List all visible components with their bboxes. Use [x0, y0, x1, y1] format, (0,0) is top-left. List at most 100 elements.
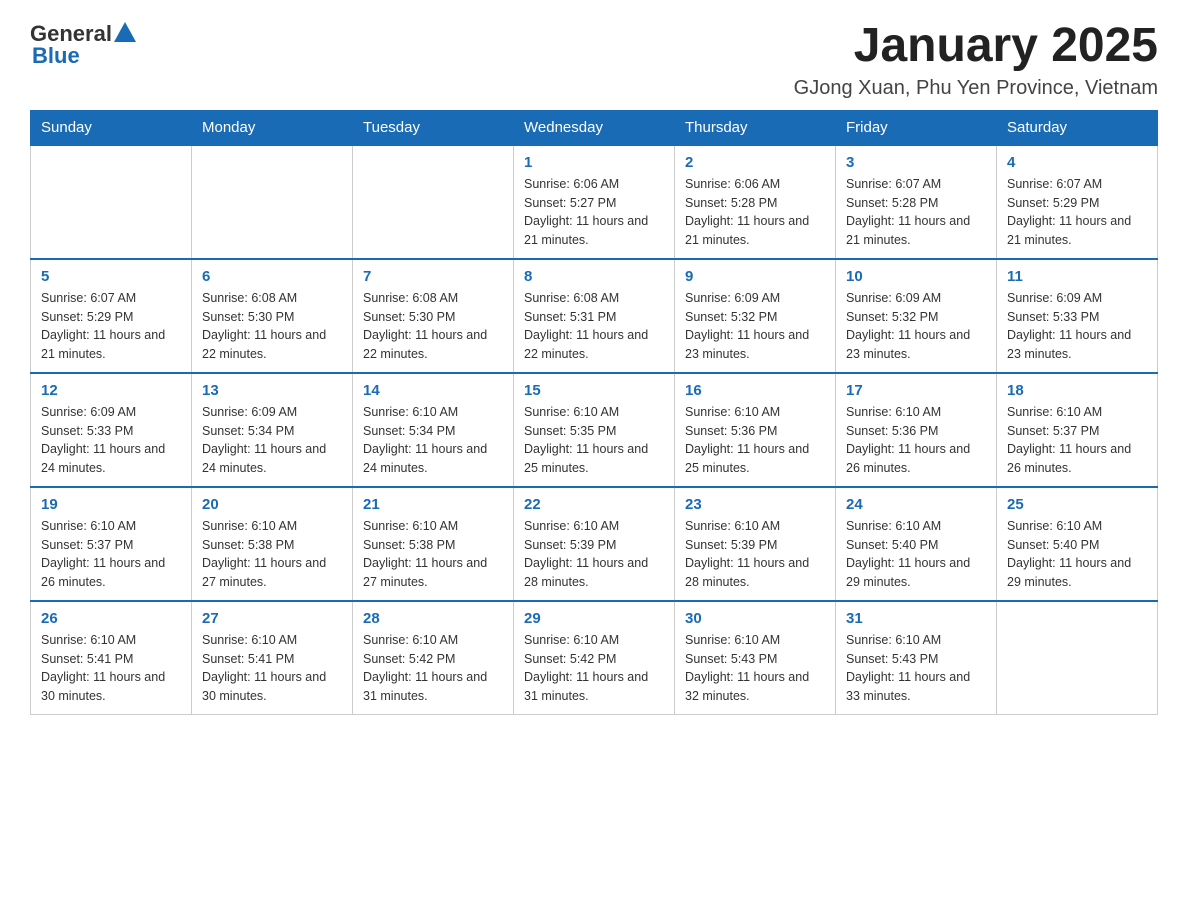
day-info: Sunrise: 6:10 AM Sunset: 5:42 PM Dayligh…: [363, 631, 503, 706]
day-number: 12: [41, 382, 181, 399]
day-info: Sunrise: 6:10 AM Sunset: 5:42 PM Dayligh…: [524, 631, 664, 706]
calendar-cell: 24 Sunrise: 6:10 AM Sunset: 5:40 PM Dayli…: [836, 487, 997, 601]
day-info: Sunrise: 6:09 AM Sunset: 5:33 PM Dayligh…: [41, 403, 181, 478]
week-row-1: 1 Sunrise: 6:06 AM Sunset: 5:27 PM Daylig…: [31, 145, 1158, 259]
day-info: Sunrise: 6:10 AM Sunset: 5:43 PM Dayligh…: [685, 631, 825, 706]
day-number: 13: [202, 382, 342, 399]
calendar-cell: 22 Sunrise: 6:10 AM Sunset: 5:39 PM Dayli…: [514, 487, 675, 601]
day-info: Sunrise: 6:07 AM Sunset: 5:29 PM Dayligh…: [41, 289, 181, 364]
day-info: Sunrise: 6:06 AM Sunset: 5:28 PM Dayligh…: [685, 175, 825, 250]
day-info: Sunrise: 6:09 AM Sunset: 5:32 PM Dayligh…: [685, 289, 825, 364]
calendar-cell: 25 Sunrise: 6:10 AM Sunset: 5:40 PM Dayli…: [997, 487, 1158, 601]
logo-blue: Blue: [32, 43, 80, 69]
calendar-cell: 19 Sunrise: 6:10 AM Sunset: 5:37 PM Dayli…: [31, 487, 192, 601]
calendar-cell: 13Sunrise: 6:09 AM Sunset: 5:34 PM Dayli…: [192, 373, 353, 487]
day-info: Sunrise: 6:10 AM Sunset: 5:35 PM Dayligh…: [524, 403, 664, 478]
calendar-cell: [192, 145, 353, 259]
day-info: Sunrise: 6:08 AM Sunset: 5:31 PM Dayligh…: [524, 289, 664, 364]
day-info: Sunrise: 6:10 AM Sunset: 5:40 PM Dayligh…: [1007, 517, 1147, 592]
day-number: 26: [41, 610, 181, 627]
day-info: Sunrise: 6:10 AM Sunset: 5:43 PM Dayligh…: [846, 631, 986, 706]
calendar-header-thursday: Thursday: [675, 110, 836, 145]
calendar-cell: 15 Sunrise: 6:10 AM Sunset: 5:35 PM Dayli…: [514, 373, 675, 487]
calendar-cell: 8 Sunrise: 6:08 AM Sunset: 5:31 PM Daylig…: [514, 259, 675, 373]
calendar-header-friday: Friday: [836, 110, 997, 145]
calendar-cell: 4Sunrise: 6:07 AM Sunset: 5:29 PM Daylig…: [997, 145, 1158, 259]
calendar-header-tuesday: Tuesday: [353, 110, 514, 145]
day-number: 8: [524, 268, 664, 285]
calendar-header-row: SundayMondayTuesdayWednesdayThursdayFrid…: [31, 110, 1158, 145]
day-number: 28: [363, 610, 503, 627]
calendar-cell: [353, 145, 514, 259]
day-info: Sunrise: 6:10 AM Sunset: 5:36 PM Dayligh…: [846, 403, 986, 478]
day-number: 20: [202, 496, 342, 513]
calendar-cell: [997, 601, 1158, 715]
calendar-cell: 16Sunrise: 6:10 AM Sunset: 5:36 PM Dayli…: [675, 373, 836, 487]
day-info: Sunrise: 6:10 AM Sunset: 5:37 PM Dayligh…: [1007, 403, 1147, 478]
calendar-header-wednesday: Wednesday: [514, 110, 675, 145]
day-info: Sunrise: 6:10 AM Sunset: 5:41 PM Dayligh…: [41, 631, 181, 706]
day-info: Sunrise: 6:10 AM Sunset: 5:34 PM Dayligh…: [363, 403, 503, 478]
day-number: 10: [846, 268, 986, 285]
day-number: 23: [685, 496, 825, 513]
calendar-cell: 28 Sunrise: 6:10 AM Sunset: 5:42 PM Dayli…: [353, 601, 514, 715]
location-title: GJong Xuan, Phu Yen Province, Vietnam: [794, 77, 1158, 100]
week-row-2: 5Sunrise: 6:07 AM Sunset: 5:29 PM Daylig…: [31, 259, 1158, 373]
calendar-header-saturday: Saturday: [997, 110, 1158, 145]
day-number: 1: [524, 154, 664, 171]
day-info: Sunrise: 6:10 AM Sunset: 5:36 PM Dayligh…: [685, 403, 825, 478]
day-info: Sunrise: 6:10 AM Sunset: 5:40 PM Dayligh…: [846, 517, 986, 592]
day-number: 2: [685, 154, 825, 171]
calendar-cell: 12 Sunrise: 6:09 AM Sunset: 5:33 PM Dayli…: [31, 373, 192, 487]
day-number: 25: [1007, 496, 1147, 513]
day-info: Sunrise: 6:10 AM Sunset: 5:39 PM Dayligh…: [524, 517, 664, 592]
calendar-cell: 30 Sunrise: 6:10 AM Sunset: 5:43 PM Dayli…: [675, 601, 836, 715]
logo-triangle-icon: [114, 22, 136, 42]
day-number: 29: [524, 610, 664, 627]
day-info: Sunrise: 6:08 AM Sunset: 5:30 PM Dayligh…: [202, 289, 342, 364]
calendar-cell: 1 Sunrise: 6:06 AM Sunset: 5:27 PM Daylig…: [514, 145, 675, 259]
day-number: 3: [846, 154, 986, 171]
calendar-header-monday: Monday: [192, 110, 353, 145]
calendar-cell: 5Sunrise: 6:07 AM Sunset: 5:29 PM Daylig…: [31, 259, 192, 373]
day-info: Sunrise: 6:08 AM Sunset: 5:30 PM Dayligh…: [363, 289, 503, 364]
page-header: General Blue January 2025 GJong Xuan, Ph…: [30, 20, 1158, 100]
calendar-cell: 6Sunrise: 6:08 AM Sunset: 5:30 PM Daylig…: [192, 259, 353, 373]
calendar-cell: 17 Sunrise: 6:10 AM Sunset: 5:36 PM Dayli…: [836, 373, 997, 487]
calendar-cell: 10 Sunrise: 6:09 AM Sunset: 5:32 PM Dayli…: [836, 259, 997, 373]
day-number: 22: [524, 496, 664, 513]
calendar-cell: 14Sunrise: 6:10 AM Sunset: 5:34 PM Dayli…: [353, 373, 514, 487]
day-info: Sunrise: 6:10 AM Sunset: 5:38 PM Dayligh…: [363, 517, 503, 592]
day-number: 9: [685, 268, 825, 285]
day-number: 19: [41, 496, 181, 513]
day-info: Sunrise: 6:09 AM Sunset: 5:32 PM Dayligh…: [846, 289, 986, 364]
day-number: 30: [685, 610, 825, 627]
calendar-cell: 2 Sunrise: 6:06 AM Sunset: 5:28 PM Daylig…: [675, 145, 836, 259]
calendar-cell: 18 Sunrise: 6:10 AM Sunset: 5:37 PM Dayli…: [997, 373, 1158, 487]
day-number: 11: [1007, 268, 1147, 285]
week-row-5: 26 Sunrise: 6:10 AM Sunset: 5:41 PM Dayli…: [31, 601, 1158, 715]
day-info: Sunrise: 6:10 AM Sunset: 5:41 PM Dayligh…: [202, 631, 342, 706]
day-info: Sunrise: 6:10 AM Sunset: 5:37 PM Dayligh…: [41, 517, 181, 592]
day-info: Sunrise: 6:06 AM Sunset: 5:27 PM Dayligh…: [524, 175, 664, 250]
calendar-header-sunday: Sunday: [31, 110, 192, 145]
day-info: Sunrise: 6:10 AM Sunset: 5:38 PM Dayligh…: [202, 517, 342, 592]
title-block: January 2025 GJong Xuan, Phu Yen Provinc…: [794, 20, 1158, 100]
day-number: 31: [846, 610, 986, 627]
month-title: January 2025: [794, 20, 1158, 73]
calendar-cell: [31, 145, 192, 259]
day-number: 15: [524, 382, 664, 399]
day-number: 18: [1007, 382, 1147, 399]
calendar-table: SundayMondayTuesdayWednesdayThursdayFrid…: [30, 110, 1158, 715]
calendar-cell: 3Sunrise: 6:07 AM Sunset: 5:28 PM Daylig…: [836, 145, 997, 259]
calendar-cell: 23Sunrise: 6:10 AM Sunset: 5:39 PM Dayli…: [675, 487, 836, 601]
week-row-3: 12 Sunrise: 6:09 AM Sunset: 5:33 PM Dayli…: [31, 373, 1158, 487]
calendar-cell: 20 Sunrise: 6:10 AM Sunset: 5:38 PM Dayli…: [192, 487, 353, 601]
day-number: 24: [846, 496, 986, 513]
calendar-cell: 7Sunrise: 6:08 AM Sunset: 5:30 PM Daylig…: [353, 259, 514, 373]
day-info: Sunrise: 6:09 AM Sunset: 5:33 PM Dayligh…: [1007, 289, 1147, 364]
calendar-cell: 9 Sunrise: 6:09 AM Sunset: 5:32 PM Daylig…: [675, 259, 836, 373]
calendar-cell: 27Sunrise: 6:10 AM Sunset: 5:41 PM Dayli…: [192, 601, 353, 715]
day-number: 21: [363, 496, 503, 513]
day-number: 17: [846, 382, 986, 399]
